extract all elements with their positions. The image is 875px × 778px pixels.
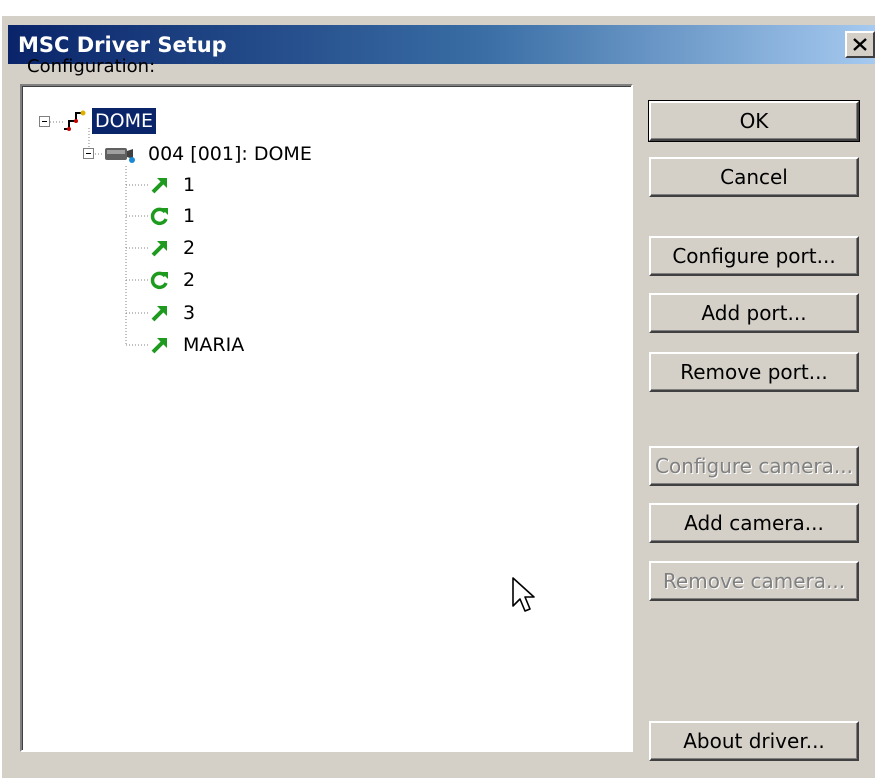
close-icon <box>853 38 867 51</box>
remove-camera-button[interactable]: Remove camera... <box>649 561 859 601</box>
configuration-label: Configuration: <box>27 56 156 77</box>
cancel-button[interactable]: Cancel <box>649 157 859 197</box>
configure-port-button[interactable]: Configure port... <box>649 236 859 276</box>
green-arrow-icon <box>151 338 167 354</box>
remove-port-button[interactable]: Remove port... <box>649 352 859 392</box>
ok-button[interactable]: OK <box>648 100 860 142</box>
configuration-tree[interactable]: DOME 004 [001]: DOME 1 1 2 2 3 MARIA <box>20 84 633 752</box>
window-title: MSC Driver Setup <box>18 33 227 57</box>
tree-port-label: MARIA <box>183 334 245 356</box>
tree-root-label: DOME <box>92 108 156 134</box>
tree-port-label: 2 <box>183 237 196 259</box>
tree-port-label: 2 <box>183 269 196 291</box>
tree-port-label: 1 <box>183 205 196 227</box>
tree-camera-label: 004 [001]: DOME <box>148 143 312 165</box>
green-arrow-icon <box>151 178 167 194</box>
tree-port-label: 3 <box>183 302 196 324</box>
green-arrow-icon <box>151 306 167 322</box>
tree-port-label: 1 <box>183 174 196 196</box>
camera-icon <box>105 148 135 163</box>
root-collapse-toggle[interactable] <box>39 116 50 127</box>
green-refresh-icon <box>150 271 168 290</box>
driver-network-icon <box>64 110 86 131</box>
configure-camera-button[interactable]: Configure camera... <box>649 446 859 486</box>
add-port-button[interactable]: Add port... <box>649 293 859 333</box>
about-driver-button[interactable]: About driver... <box>649 721 859 761</box>
green-refresh-icon <box>150 207 168 226</box>
green-arrow-icon <box>151 241 167 257</box>
close-button[interactable] <box>845 31 875 58</box>
add-camera-button[interactable]: Add camera... <box>649 503 859 543</box>
camera-collapse-toggle[interactable] <box>83 148 94 159</box>
mouse-cursor-icon <box>512 577 535 612</box>
